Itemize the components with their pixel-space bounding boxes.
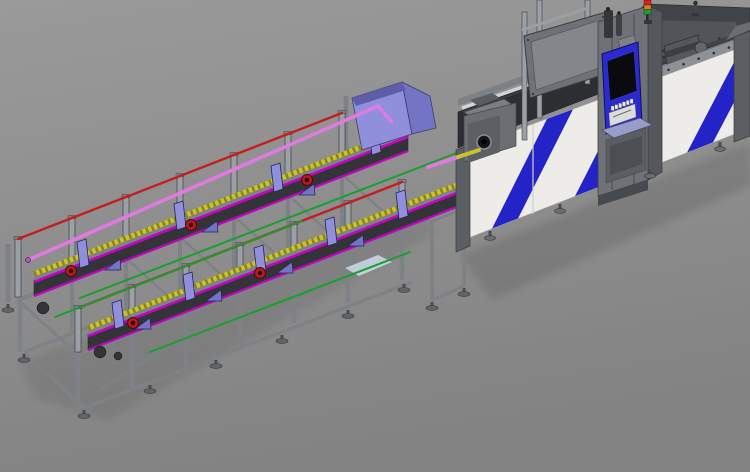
foot-pad [342, 314, 354, 319]
rack-post [15, 239, 21, 297]
machine-foot-pad [715, 147, 726, 152]
chuck-bore-center [481, 139, 486, 144]
tube-laser-machine-scene [0, 0, 750, 472]
roller-knob [37, 302, 49, 314]
foot-pad [276, 339, 288, 344]
hmi-key [630, 99, 633, 104]
bolt-dot [667, 68, 670, 71]
rack-post [75, 308, 81, 352]
roller-knob [114, 352, 122, 360]
foot-pad [398, 288, 410, 293]
sprocket-hub [69, 269, 73, 273]
column-side-face [648, 6, 662, 180]
collimator-tip [606, 7, 610, 11]
bolt-dot [728, 46, 731, 49]
foot-pad [144, 389, 156, 394]
screw-dot [532, 93, 534, 95]
machine-foot-pad [645, 174, 656, 179]
bolt-dot [712, 52, 715, 55]
hmi-key [615, 105, 618, 110]
collimator-tip [617, 11, 621, 15]
sprocket-hub [189, 223, 193, 227]
laser-collimator-small [616, 14, 622, 36]
machine-foot-pad [485, 236, 496, 241]
sprocket-hub [131, 321, 135, 325]
signal-tower [644, 0, 652, 24]
tower-lights [644, 0, 651, 15]
machine-foot-pad [555, 209, 566, 214]
bolt-dot [697, 57, 700, 60]
roller-knob [26, 258, 31, 263]
cad-render-stage [0, 0, 750, 472]
hmi-key [626, 100, 629, 105]
sprocket-hub [305, 178, 309, 182]
hmi-key [622, 102, 625, 107]
foot-pad [18, 358, 30, 363]
tower-light-green [644, 10, 651, 15]
hmi-key [611, 106, 614, 111]
foot-pad [426, 306, 438, 311]
foot-pad [2, 308, 14, 313]
tower-light-amber [644, 5, 651, 10]
sprocket-hub [258, 271, 262, 275]
screw-dot [602, 16, 604, 18]
roller-knob [94, 346, 106, 358]
machine-right-trim [734, 31, 750, 142]
laser-collimator [604, 10, 613, 38]
foot-pad [458, 292, 470, 297]
antenna-base [692, 13, 699, 16]
screw-dot [527, 39, 529, 41]
hmi-key [619, 103, 622, 108]
foot-pad [78, 414, 90, 419]
bolt-dot [718, 37, 721, 40]
tower-light-red [644, 0, 651, 5]
antenna-cap [693, 1, 697, 5]
bolt-dot [682, 63, 685, 66]
foot-pad [210, 364, 222, 369]
tower-base [644, 20, 652, 24]
